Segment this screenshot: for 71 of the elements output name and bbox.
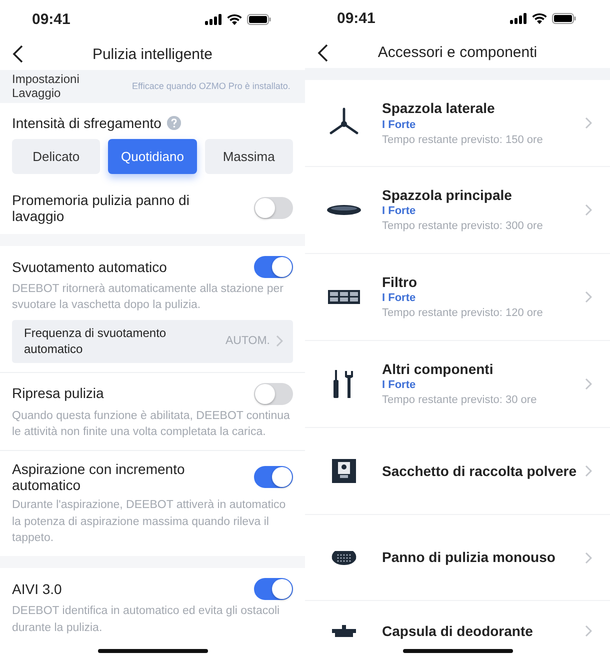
component-name: Filtro	[382, 274, 418, 290]
setting-title: Promemoria pulizia panno di lavaggio	[12, 192, 190, 225]
intensity-option[interactable]: Massima	[204, 138, 293, 174]
setting-title: Ripresa pulizia	[12, 385, 105, 402]
back-icon[interactable]	[12, 45, 24, 63]
option-label: Frequenza di svuotamento automatico	[24, 325, 168, 358]
setting-description: DEEBOT ritornerà automaticamente alla stazione per svuotare la vaschetta dopo la pulizia.	[12, 282, 284, 314]
frequency-row[interactable]: Frequenza di svuotamento automatico AUTOM.	[12, 320, 293, 363]
battery-icon	[247, 14, 271, 24]
brand-label: I Forte	[382, 118, 417, 131]
section-note: Efficace quando OZMO Pro è installato.	[132, 80, 292, 92]
mop-pad-icon	[330, 550, 356, 566]
component-name: Spazzola laterale	[382, 100, 496, 117]
screen-title: Pulizia intelligente	[92, 46, 213, 62]
status-time: 09:41	[337, 10, 376, 28]
toggle-switch[interactable]	[254, 256, 293, 278]
component-row[interactable]: Spazzola principale I Forte Tempo restante previsto: 300 ore	[305, 166, 610, 254]
chevron-right-icon	[585, 378, 592, 390]
brand-label: I Forte	[382, 379, 417, 392]
setting-description: Quando questa funzione è abilitata, DEEBOT continua le attività non finite una volta completata la carica.	[12, 408, 291, 440]
setting-title: AIVI 3.0	[12, 580, 63, 598]
brand-label: I Forte	[382, 292, 417, 304]
intensity-option[interactable]: Quotidiano	[108, 138, 197, 174]
battery-icon	[552, 13, 576, 24]
back-icon[interactable]	[317, 44, 329, 62]
remaining-time: Tempo restante previsto: 150 ore	[382, 134, 544, 146]
dust-bag-icon	[332, 458, 356, 483]
component-row[interactable]: Spazzola laterale I Forte Tempo restante previsto: 150 ore	[305, 80, 610, 167]
component-name: Sacchetto di raccolta polvere	[382, 462, 578, 479]
chevron-right-icon	[585, 290, 592, 303]
remaining-time: Tempo restante previsto: 120 ore	[382, 307, 544, 320]
status-time: 09:41	[32, 10, 70, 28]
setting-title: Svuotamento automatico	[12, 258, 168, 276]
brand-label: I Forte	[382, 205, 417, 218]
component-row[interactable]: Filtro I Forte Tempo restante previsto: 120 ore	[305, 254, 610, 341]
wifi-icon	[532, 13, 547, 24]
toggle-switch[interactable]	[254, 466, 293, 488]
section-label: Impostazioni Lavaggio	[12, 72, 80, 101]
toggle-switch[interactable]	[254, 382, 293, 405]
chevron-right-icon	[585, 464, 592, 477]
chevron-right-icon	[276, 335, 283, 348]
signal-icon	[205, 14, 222, 24]
wifi-icon	[227, 14, 242, 24]
remaining-time: Tempo restante previsto: 30 ore	[382, 394, 538, 406]
capsule-icon	[330, 624, 356, 637]
component-row[interactable]: Sacchetto di raccolta polvere	[305, 428, 610, 515]
component-name: Panno di pulizia monouso	[382, 549, 556, 566]
component-name: Altri componenti	[382, 361, 494, 378]
component-name: Capsula di deodorante	[382, 622, 534, 639]
chevron-right-icon	[585, 552, 592, 564]
signal-icon	[510, 13, 527, 24]
setting-description: Durante l'aspirazione, DEEBOT attiverà in automatico la potenza di aspirazione massima quando rileva il tappeto.	[12, 498, 287, 546]
chevron-right-icon	[585, 624, 592, 637]
intensity-option[interactable]: Delicato	[12, 138, 100, 174]
toggle-switch[interactable]	[254, 197, 293, 220]
screen-title: Accessori e componenti	[378, 44, 538, 62]
setting-title: Intensità di sfregamento	[12, 114, 162, 131]
toggle-switch[interactable]	[254, 578, 293, 600]
chevron-right-icon	[585, 204, 592, 216]
component-name: Spazzola principale	[382, 187, 513, 204]
remaining-time: Tempo restante previsto: 300 ore	[382, 220, 544, 232]
option-value: AUTOM.	[225, 335, 270, 348]
component-row[interactable]: Panno di pulizia monouso	[305, 514, 610, 602]
roller-brush-icon	[326, 204, 362, 216]
chevron-right-icon	[585, 117, 592, 129]
tools-icon	[332, 368, 356, 399]
filter-icon	[328, 290, 360, 304]
setting-title: Aspirazione con incremento automatico	[12, 460, 186, 494]
setting-description: DEEBOT identifica in automatico ed evita gli ostacoli durante la pulizia.	[12, 604, 281, 636]
component-row[interactable]: Capsula di deodorante	[305, 601, 610, 660]
component-row[interactable]: Altri componenti I Forte Tempo restante previsto: 30 ore	[305, 340, 610, 428]
